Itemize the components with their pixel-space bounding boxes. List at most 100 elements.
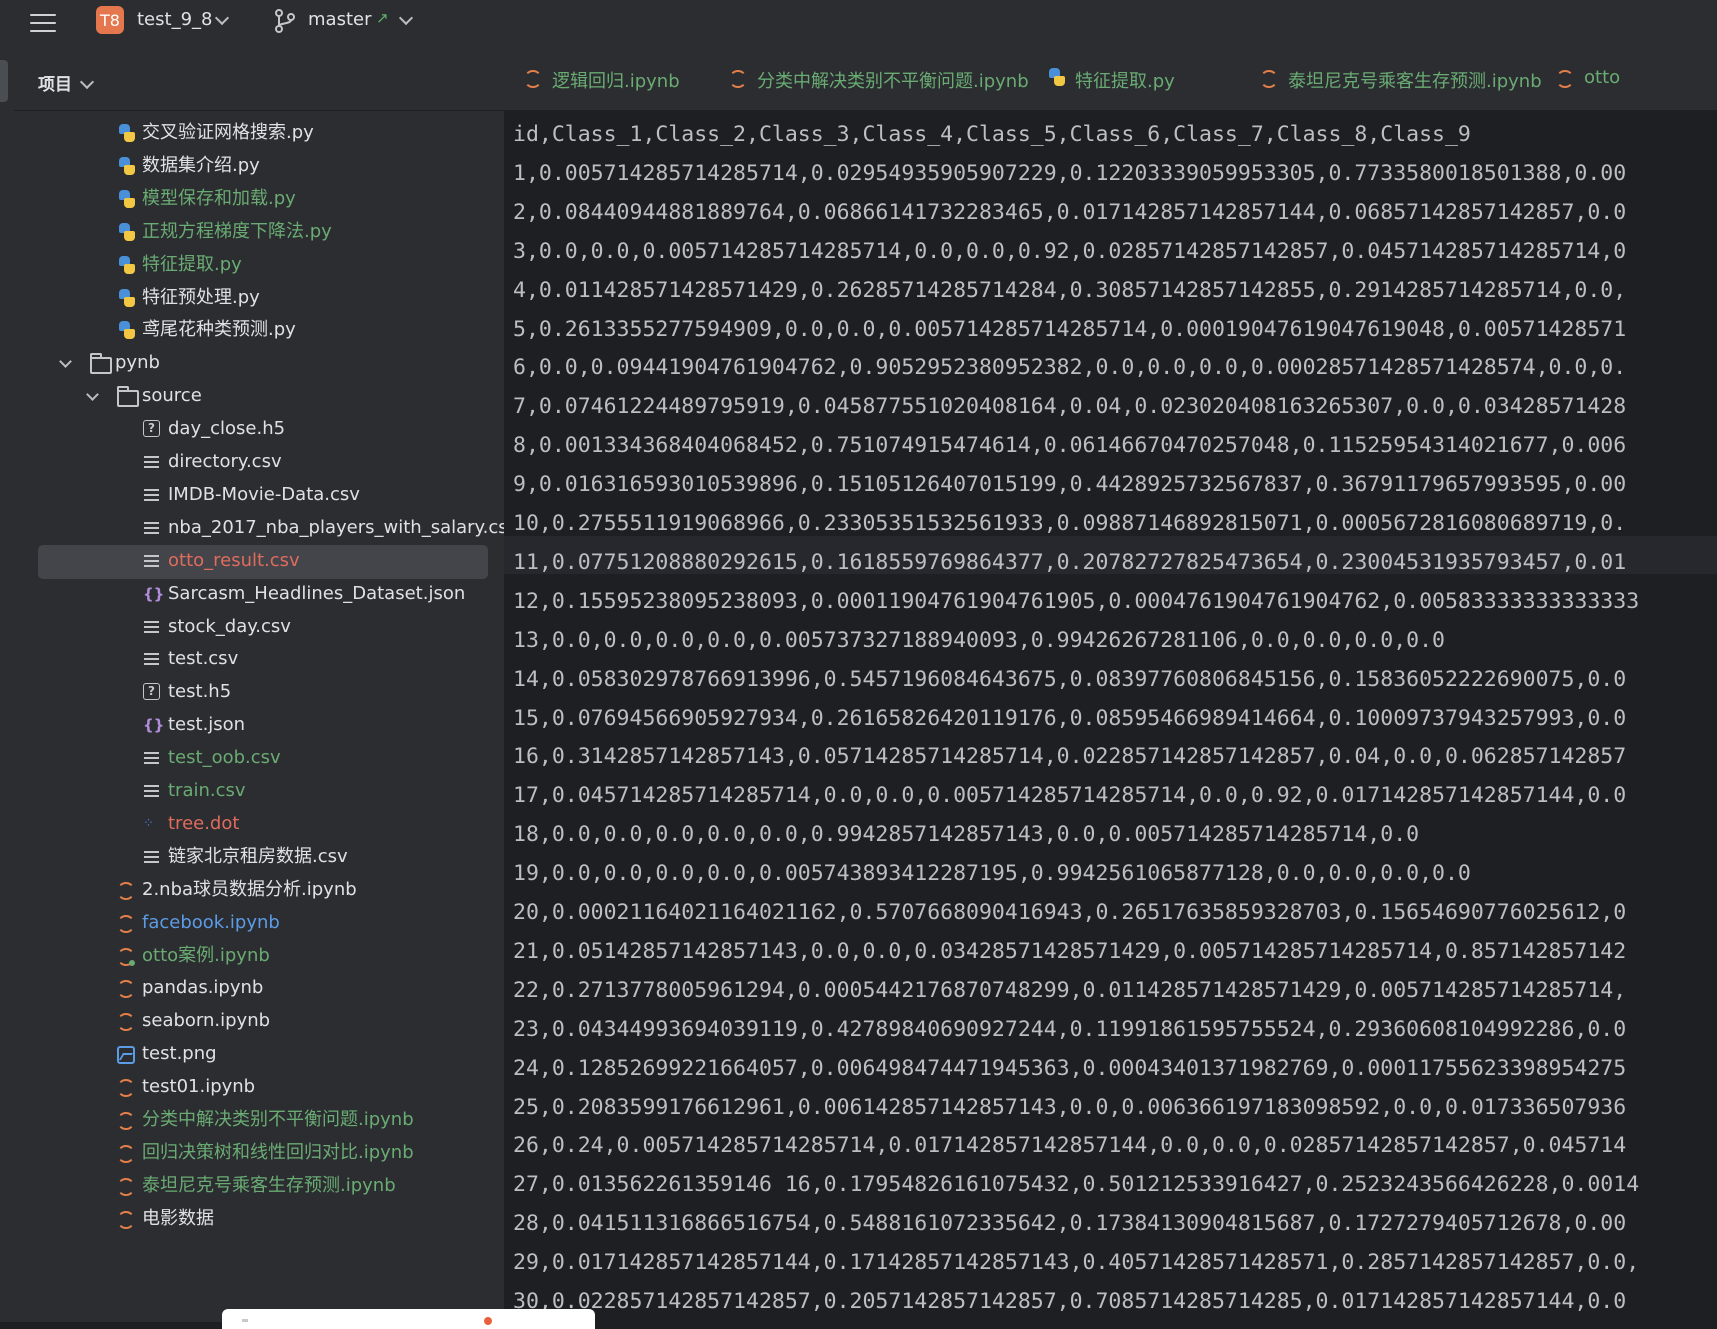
tree-item-label: test.csv	[168, 648, 239, 670]
tree-item-label: IMDB-Movie-Data.csv	[168, 483, 360, 505]
tree-file[interactable]: 模型保存和加载.py	[14, 182, 504, 216]
tree-file[interactable]: 2.nba球员数据分析.ipynb	[14, 873, 504, 907]
tree-file[interactable]: facebook.ipynb	[14, 906, 504, 940]
project-tool-button[interactable]	[0, 60, 8, 102]
notification-popup[interactable]	[222, 1309, 595, 1329]
tree-file[interactable]: test.csv	[14, 642, 504, 676]
text-file-icon	[143, 847, 163, 867]
code-line[interactable]: 30,0.022857142857142857,0.20571428571428…	[513, 1283, 1626, 1321]
code-line[interactable]: 4,0.011428571428571429,0.262857142857142…	[513, 272, 1626, 310]
tree-file[interactable]: 回归决策树和线性回归对比.ipynb	[14, 1136, 504, 1170]
python-file-icon	[117, 123, 137, 143]
tree-file[interactable]: IMDB-Movie-Data.csv	[14, 478, 504, 512]
chevron-down-icon[interactable]	[214, 10, 230, 26]
branch-name[interactable]: master	[308, 9, 371, 30]
expand-chevron-icon[interactable]	[59, 355, 72, 369]
code-line[interactable]: 27,0.013562261359146 16,0.17954826161075…	[513, 1166, 1639, 1204]
code-line[interactable]: 26,0.24,0.005714285714285714,0.017142857…	[513, 1127, 1626, 1165]
tree-file[interactable]: ⁘ tree.dot	[14, 807, 504, 841]
tree-folder[interactable]: source	[14, 379, 504, 413]
tree-file[interactable]: test01.ipynb	[14, 1070, 504, 1104]
code-line[interactable]: 14,0.058302978766913996,0.54571960846436…	[513, 661, 1626, 699]
tree-file[interactable]: otto_result.csv	[14, 544, 504, 579]
tree-file[interactable]: 电影数据	[14, 1202, 504, 1236]
json-file-icon: {}	[143, 584, 165, 603]
expand-chevron-icon[interactable]	[86, 388, 99, 402]
code-line[interactable]: 15,0.07694566905927934,0.261658264201191…	[513, 700, 1626, 738]
text-file-icon	[143, 452, 163, 472]
code-line[interactable]: 3,0.0,0.0,0.005714285714285714,0.0,0.0,0…	[513, 233, 1626, 271]
tree-file[interactable]: 鸢尾花种类预测.py	[14, 313, 504, 347]
code-line[interactable]: 20,0.00021164021164021162,0.570766809041…	[513, 894, 1626, 932]
tree-file[interactable]: 交叉验证网格搜索.py	[14, 116, 504, 150]
tree-file[interactable]: train.csv	[14, 774, 504, 808]
tree-item-label: 特征提取.py	[142, 253, 242, 275]
code-line[interactable]: 16,0.3142857142857143,0.0571428571428571…	[513, 738, 1626, 776]
image-file-icon	[117, 1046, 135, 1065]
notebook-icon	[117, 881, 135, 900]
tree-file[interactable]: pandas.ipynb	[14, 971, 504, 1005]
tree-file[interactable]: {} Sarcasm_Headlines_Dataset.json	[14, 577, 504, 611]
code-line[interactable]: 12,0.15595238095238093,0.000119047619047…	[513, 583, 1639, 621]
tree-file[interactable]: ? day_close.h5	[14, 412, 504, 446]
code-line[interactable]: 29,0.017142857142857144,0.17142857142857…	[513, 1244, 1639, 1282]
tree-file[interactable]: 分类中解决类别不平衡问题.ipynb	[14, 1103, 504, 1137]
tree-file[interactable]: directory.csv	[14, 445, 504, 479]
code-line[interactable]: 5,0.2613355277594909,0.0,0.0,0.005714285…	[513, 311, 1626, 349]
tree-item-label: test.h5	[168, 681, 232, 703]
tree-file[interactable]: nba_2017_nba_players_with_salary.cs	[14, 511, 504, 545]
text-file-icon	[143, 748, 163, 768]
chevron-down-icon[interactable]	[79, 74, 95, 90]
code-line[interactable]: 13,0.0,0.0,0.0,0.0,0.005737327188940093,…	[513, 622, 1445, 660]
project-badge[interactable]: T8	[96, 6, 124, 34]
tree-file[interactable]: seaborn.ipynb	[14, 1004, 504, 1038]
code-line[interactable]: 23,0.04344993694039119,0.427898406909272…	[513, 1011, 1626, 1049]
tree-file[interactable]: test_oob.csv	[14, 741, 504, 775]
notebook-icon	[117, 1013, 135, 1032]
editor-tab-bar: 逻辑回归.ipynb 分类中解决类别不平衡问题.ipynb 特征提取.py 泰坦尼克号…	[504, 48, 1717, 111]
code-line[interactable]: 1,0.005714285714285714,0.029549359059072…	[513, 155, 1626, 193]
tree-file[interactable]: stock_day.csv	[14, 610, 504, 644]
tree-file[interactable]: {} test.json	[14, 708, 504, 742]
notebook-icon	[117, 1177, 135, 1196]
tree-item-label: test.png	[142, 1043, 217, 1065]
code-line[interactable]: 19,0.0,0.0,0.0,0.0,0.005743893412287195,…	[513, 855, 1471, 893]
code-line[interactable]: 17,0.045714285714285714,0.0,0.0,0.005714…	[513, 777, 1626, 815]
tree-folder[interactable]: pynb	[14, 346, 504, 380]
tree-file[interactable]: test.png	[14, 1037, 504, 1071]
code-line[interactable]: 21,0.05142857142857143,0.0,0.0,0.0342857…	[513, 933, 1626, 971]
code-line[interactable]: 11,0.07751208880292615,0.161855976986437…	[513, 544, 1626, 582]
git-branch-icon[interactable]	[274, 9, 296, 33]
sidebar-title[interactable]: 项目	[38, 70, 95, 95]
code-line[interactable]: 6,0.0,0.09441904761904762,0.905295238095…	[513, 349, 1626, 387]
tree-file[interactable]: otto案例.ipynb	[14, 939, 504, 973]
notebook-icon	[1260, 70, 1278, 88]
tree-item-label: source	[142, 385, 202, 407]
push-arrow-icon: ↗	[376, 9, 389, 27]
tree-file[interactable]: 特征提取.py	[14, 248, 504, 282]
chevron-down-icon[interactable]	[398, 10, 414, 26]
tree-file[interactable]: ? test.h5	[14, 675, 504, 709]
code-line[interactable]: id,Class_1,Class_2,Class_3,Class_4,Class…	[513, 116, 1471, 154]
code-line[interactable]: 9,0.016316593010539896,0.151051264070151…	[513, 466, 1626, 504]
python-file-icon	[117, 255, 137, 275]
code-line[interactable]: 2,0.08440944881889764,0.0686614173228346…	[513, 194, 1626, 232]
code-line[interactable]: 18,0.0,0.0,0.0,0.0,0.0,0.994285714285714…	[513, 816, 1419, 854]
code-line[interactable]: 25,0.2083599176612961,0.0061428571428571…	[513, 1089, 1626, 1127]
json-file-icon: {}	[143, 716, 165, 735]
code-line[interactable]: 22,0.2713778005961294,0.0005442176870748…	[513, 972, 1626, 1010]
project-name[interactable]: test_9_8	[137, 9, 212, 30]
tree-file[interactable]: 泰坦尼克号乘客生存预测.ipynb	[14, 1169, 504, 1203]
tree-file[interactable]: 数据集介绍.py	[14, 149, 504, 183]
tree-file[interactable]: 正规方程梯度下降法.py	[14, 215, 504, 249]
main-menu-icon[interactable]	[30, 8, 60, 38]
tab-label: otto	[1584, 67, 1621, 88]
tree-file[interactable]: 链家北京租房数据.csv	[14, 840, 504, 874]
tree-file[interactable]: 特征预处理.py	[14, 281, 504, 315]
tree-item-label: 特征预处理.py	[142, 286, 260, 308]
code-line[interactable]: 24,0.12852699221664057,0.006498474471945…	[513, 1050, 1626, 1088]
code-line[interactable]: 10,0.2755511919068966,0.2330535153256193…	[513, 505, 1626, 543]
code-line[interactable]: 8,0.001334368404068452,0.751074915474614…	[513, 427, 1626, 465]
code-line[interactable]: 28,0.041511316866516754,0.54881610723356…	[513, 1205, 1626, 1243]
code-line[interactable]: 7,0.07461224489795919,0.0458775510204081…	[513, 388, 1626, 426]
